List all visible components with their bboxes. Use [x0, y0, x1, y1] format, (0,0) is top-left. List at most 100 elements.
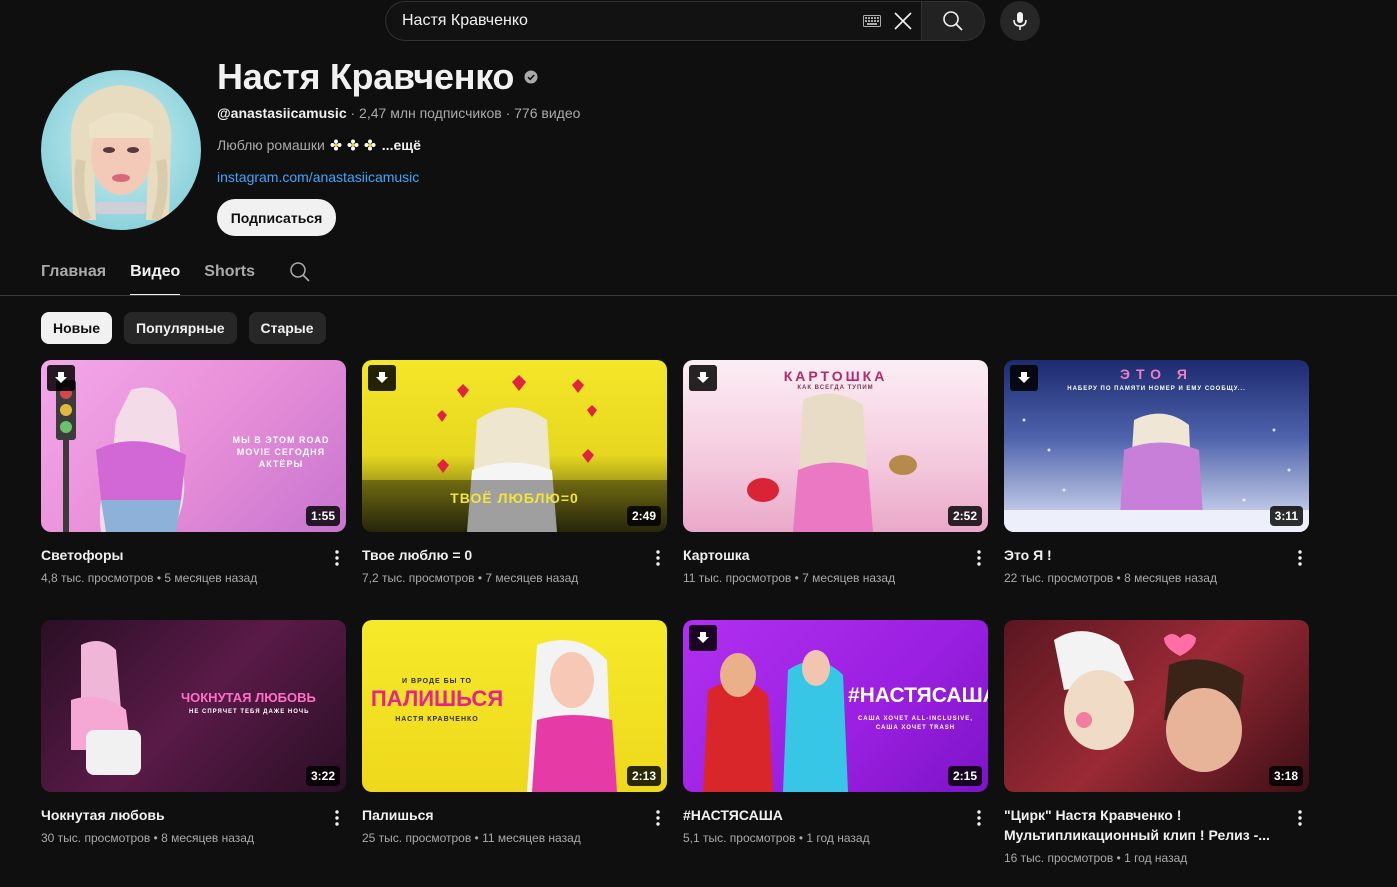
- thumbnail-caption: МЫ В ЭТОМ ROAD MOVIE СЕГОДНЯ АКТЁРЫ: [232, 435, 330, 469]
- video-meta: 4,8 тыс. просмотров • 5 месяцев назад: [41, 571, 258, 585]
- download-icon: [689, 625, 717, 651]
- channel-search-icon[interactable]: [289, 261, 313, 285]
- video-duration: 3:11: [1269, 506, 1303, 526]
- video-card[interactable]: КАРТОШКА КАК ВСЕГДА ТУПИМ 2:52 Картошка …: [683, 360, 988, 585]
- video-meta: 7,2 тыс. просмотров • 7 месяцев назад: [362, 571, 579, 585]
- channel-meta: @anastasiicamusic · 2,47 млн подписчиков…: [217, 105, 580, 121]
- description-more-link[interactable]: ...ещё: [382, 137, 421, 153]
- video-thumbnail[interactable]: ТВОЁ ЛЮБЛЮ=0 2:49: [362, 360, 667, 532]
- clear-search-icon[interactable]: [891, 9, 915, 33]
- video-meta: 25 тыс. просмотров • 11 месяцев назад: [362, 831, 581, 845]
- video-thumbnail[interactable]: ЧОКНУТАЯ ЛЮБОВЬ НЕ СПРЯЧЕТ ТЕБЯ ДАЖЕ НОЧ…: [41, 620, 346, 792]
- video-card[interactable]: И ВРОДЕ БЫ ТО ПАЛИШЬСЯ НАСТЯ КРАВЧЕНКО 2…: [362, 620, 667, 845]
- tab-shorts[interactable]: Shorts: [204, 254, 255, 296]
- subscribe-button[interactable]: Подписаться: [217, 199, 336, 236]
- thumbnail-caption: ЧОКНУТАЯ ЛЮБОВЬ: [181, 690, 316, 705]
- channel-handle: @anastasiicamusic: [217, 105, 347, 121]
- channel-name-text: Настя Кравченко: [217, 56, 515, 97]
- video-title[interactable]: #НАСТЯСАША: [683, 805, 958, 825]
- search-input[interactable]: Настя Кравченко: [385, 1, 921, 41]
- video-card[interactable]: ЭТО Я НАБЕРУ ПО ПАМЯТИ НОМЕР И ЕМУ СООБЩ…: [1004, 360, 1309, 585]
- search-query[interactable]: Настя Кравченко: [402, 12, 863, 30]
- video-card[interactable]: ЧОКНУТАЯ ЛЮБОВЬ НЕ СПРЯЧЕТ ТЕБЯ ДАЖЕ НОЧ…: [41, 620, 346, 845]
- daisy-icon: [330, 139, 342, 151]
- video-meta: 5,1 тыс. просмотров • 1 год назад: [683, 831, 870, 845]
- video-card[interactable]: ТВОЁ ЛЮБЛЮ=0 2:49 Твое люблю = 0 7,2 тыс…: [362, 360, 667, 585]
- thumbnail-pretext: И ВРОДЕ БЫ ТО: [402, 678, 472, 685]
- thumbnail-subcaption: НЕ СПРЯЧЕТ ТЕБЯ ДАЖЕ НОЧЬ: [189, 709, 310, 715]
- thumbnail-subcaption: САША ХОЧЕТ ALL-INCLUSIVE, САША ХОЧЕТ TRA…: [858, 716, 973, 731]
- video-duration: 2:15: [947, 766, 982, 786]
- channel-avatar[interactable]: [41, 70, 201, 230]
- tab-videos[interactable]: Видео: [130, 254, 181, 296]
- thumbnail-subcaption: КАК ВСЕГДА ТУПИМ: [797, 385, 874, 391]
- video-meta: 22 тыс. просмотров • 8 месяцев назад: [1004, 571, 1217, 585]
- daisy-icon: [364, 139, 376, 151]
- video-thumbnail[interactable]: И ВРОДЕ БЫ ТО ПАЛИШЬСЯ НАСТЯ КРАВЧЕНКО 2…: [362, 620, 667, 792]
- thumbnail-subcaption: НАБЕРУ ПО ПАМЯТИ НОМЕР И ЕМУ СООБЩУ...: [1067, 386, 1246, 392]
- chip-popular[interactable]: Популярные: [124, 312, 237, 344]
- channel-stats: · 2,47 млн подписчиков · 776 видео: [346, 105, 581, 121]
- more-options-icon[interactable]: [969, 546, 989, 570]
- sort-chips: Новые Популярные Старые: [41, 312, 338, 344]
- keyboard-icon[interactable]: [863, 15, 881, 27]
- more-options-icon[interactable]: [648, 806, 668, 830]
- video-duration: 2:49: [626, 506, 661, 526]
- thumbnail-caption: ПАЛИШЬСЯ: [370, 686, 504, 711]
- description-text: Люблю ромашки: [217, 137, 325, 153]
- video-duration: 2:13: [626, 766, 661, 786]
- thumbnail-caption: ТВОЁ ЛЮБЛЮ=0: [450, 490, 579, 506]
- thumbnail-caption: ЭТО Я: [1119, 366, 1193, 382]
- more-options-icon[interactable]: [969, 806, 989, 830]
- video-meta: 30 тыс. просмотров • 8 месяцев назад: [41, 831, 254, 845]
- channel-link[interactable]: instagram.com/anastasiicamusic: [217, 169, 419, 185]
- more-options-icon[interactable]: [1290, 806, 1310, 830]
- thumbnail-caption: #НАСТЯСАША: [848, 684, 988, 707]
- video-title[interactable]: Это Я !: [1004, 545, 1279, 565]
- verified-icon: [524, 70, 538, 84]
- video-card[interactable]: #НАСТЯСАША САША ХОЧЕТ ALL-INCLUSIVE, САШ…: [683, 620, 988, 845]
- video-thumbnail[interactable]: МЫ В ЭТОМ ROAD MOVIE СЕГОДНЯ АКТЁРЫ 1:55: [41, 360, 346, 532]
- video-card[interactable]: МЫ В ЭТОМ ROAD MOVIE СЕГОДНЯ АКТЁРЫ 1:55…: [41, 360, 346, 585]
- more-options-icon[interactable]: [327, 806, 347, 830]
- search-button[interactable]: [921, 1, 985, 41]
- video-duration: 3:18: [1268, 766, 1303, 786]
- video-duration: 1:55: [305, 506, 340, 526]
- video-title[interactable]: Картошка: [683, 545, 958, 565]
- video-title[interactable]: Палишься: [362, 805, 637, 825]
- chip-oldest[interactable]: Старые: [248, 312, 326, 344]
- channel-description[interactable]: Люблю ромашки ...ещё: [217, 137, 421, 153]
- video-title[interactable]: Светофоры: [41, 545, 316, 565]
- download-icon: [689, 365, 717, 391]
- video-meta: 16 тыс. просмотров • 1 год назад: [1004, 851, 1188, 865]
- video-card[interactable]: 3:18 "Цирк" Настя Кравченко ! Мультиплик…: [1004, 620, 1309, 865]
- daisy-icon: [347, 139, 359, 151]
- chip-newest[interactable]: Новые: [41, 312, 113, 344]
- channel-title: Настя Кравченко: [217, 56, 538, 98]
- thumbnail-caption: КАРТОШКА: [783, 368, 888, 384]
- more-options-icon[interactable]: [327, 546, 347, 570]
- download-icon: [1010, 365, 1038, 391]
- channel-tabs: Главная Видео Shorts: [41, 254, 313, 296]
- video-meta: 11 тыс. просмотров • 7 месяцев назад: [683, 571, 896, 585]
- more-options-icon[interactable]: [648, 546, 668, 570]
- video-thumbnail[interactable]: #НАСТЯСАША САША ХОЧЕТ ALL-INCLUSIVE, САШ…: [683, 620, 988, 792]
- video-thumbnail[interactable]: 3:18: [1004, 620, 1309, 792]
- search-icon: [943, 11, 963, 31]
- video-title[interactable]: Чокнутая любовь: [41, 805, 316, 825]
- tabs-divider: [0, 295, 1397, 296]
- top-bar: Настя Кравченко: [0, 0, 1397, 44]
- tab-home[interactable]: Главная: [41, 254, 106, 296]
- download-icon: [47, 365, 75, 391]
- download-icon: [368, 365, 396, 391]
- voice-search-button[interactable]: [1000, 1, 1040, 41]
- video-duration: 3:22: [305, 766, 340, 786]
- microphone-icon: [1013, 12, 1027, 30]
- video-thumbnail[interactable]: ЭТО Я НАБЕРУ ПО ПАМЯТИ НОМЕР И ЕМУ СООБЩ…: [1004, 360, 1309, 532]
- video-thumbnail[interactable]: КАРТОШКА КАК ВСЕГДА ТУПИМ 2:52: [683, 360, 988, 532]
- video-title[interactable]: Твое люблю = 0: [362, 545, 637, 565]
- thumbnail-subcaption: НАСТЯ КРАВЧЕНКО: [395, 716, 479, 723]
- video-duration: 2:52: [947, 506, 982, 526]
- more-options-icon[interactable]: [1290, 546, 1310, 570]
- video-title[interactable]: "Цирк" Настя Кравченко ! Мультипликацион…: [1004, 805, 1279, 845]
